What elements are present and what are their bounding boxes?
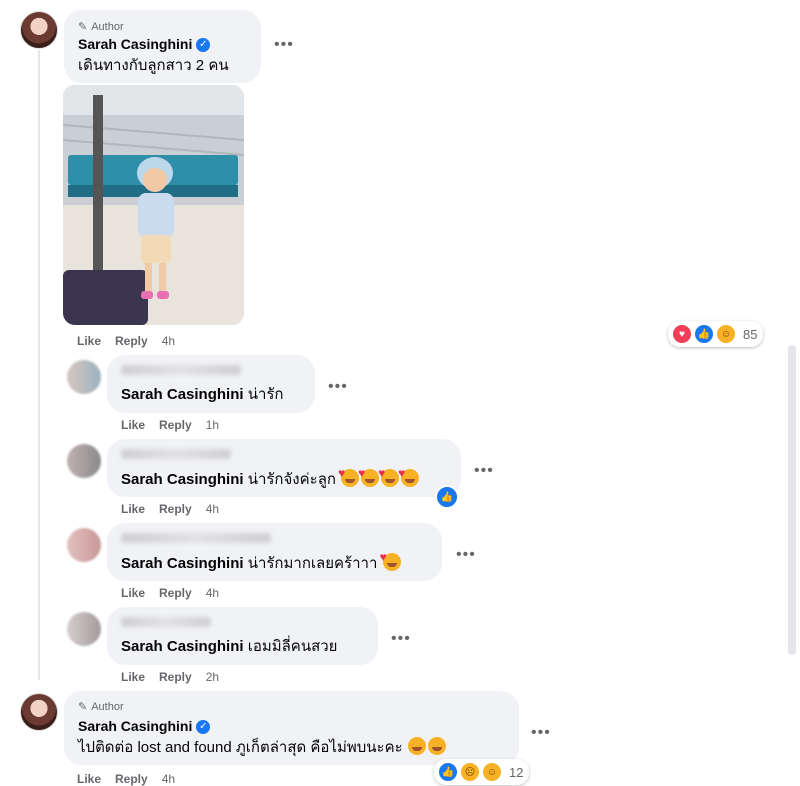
like-icon: 👍	[693, 323, 715, 345]
reply-text: Sarah Casinghini เอมมิลี่คนสวย	[121, 638, 338, 655]
avatar[interactable]	[67, 528, 101, 562]
like-button[interactable]: Like	[77, 772, 101, 786]
mention-tag[interactable]: Sarah Casinghini	[121, 471, 244, 488]
like-icon[interactable]: 👍	[435, 485, 459, 509]
more-options-button[interactable]: •••	[391, 630, 411, 648]
comment-text: ไปติดต่อ lost and found ภูเก็ตล่าสุด คือ…	[78, 737, 447, 758]
blurred-username	[121, 449, 231, 459]
reply-button[interactable]: Reply	[115, 772, 148, 786]
mention-tag[interactable]: Sarah Casinghini	[121, 555, 244, 572]
author-avatar[interactable]	[20, 693, 58, 731]
comment-actions: Like Reply 4h	[77, 334, 175, 348]
mention-tag[interactable]: Sarah Casinghini	[121, 386, 244, 403]
reply-actions: Like Reply 2h	[121, 670, 219, 684]
reaction-summary[interactable]: ♥ 👍 ☺ 85	[668, 321, 764, 347]
reply-bubble: Sarah Casinghini น่ารัก	[107, 355, 315, 413]
reply-text: Sarah Casinghini น่ารักมากเลยคร้าาา	[121, 547, 402, 574]
smiling-hearts-emoji-icon	[398, 463, 420, 487]
pleading-face-emoji-icon	[407, 737, 426, 755]
smiling-hearts-emoji-icon	[380, 547, 401, 571]
timestamp[interactable]: 4h	[206, 502, 219, 516]
avatar[interactable]	[67, 360, 101, 394]
verified-badge-icon: ✓	[196, 37, 211, 52]
reply-bubble: Sarah Casinghini น่ารักจังค่ะลูก	[107, 439, 461, 497]
reply-button[interactable]: Reply	[115, 334, 148, 348]
reply-actions: Like Reply 4h	[121, 502, 219, 516]
comment-author-name[interactable]: Sarah Casinghini	[78, 718, 192, 734]
reply-button[interactable]: Reply	[159, 670, 192, 684]
blurred-username	[121, 365, 241, 375]
photo-image	[63, 85, 244, 325]
like-button[interactable]: Like	[121, 670, 145, 684]
reaction-count: 85	[743, 326, 758, 342]
smiling-hearts-emoji-icon	[338, 463, 360, 487]
more-options-button[interactable]: •••	[531, 724, 551, 742]
reply-bubble: Sarah Casinghini น่ารักมากเลยคร้าาา	[107, 523, 442, 581]
scrollbar[interactable]	[788, 345, 796, 655]
like-button[interactable]: Like	[121, 418, 145, 432]
comment-actions: Like Reply 4h	[77, 772, 175, 786]
author-avatar[interactable]	[20, 11, 58, 49]
reply-actions: Like Reply 4h	[121, 586, 219, 600]
timestamp[interactable]: 1h	[206, 418, 219, 432]
smiling-hearts-emoji-icon	[378, 463, 400, 487]
care-icon: ☺	[715, 323, 737, 345]
timestamp[interactable]: 4h	[162, 772, 175, 786]
like-button[interactable]: Like	[77, 334, 101, 348]
timestamp[interactable]: 4h	[162, 334, 175, 348]
author-badge: ✎ Author	[78, 700, 124, 714]
like-button[interactable]: Like	[121, 586, 145, 600]
timestamp[interactable]: 2h	[206, 670, 219, 684]
pencil-icon: ✎	[78, 21, 88, 33]
sad-icon: ☹	[459, 761, 481, 783]
comment-text: เดินทางกับลูกสาว 2 คน	[78, 57, 229, 74]
author-badge: ✎ Author	[78, 20, 124, 34]
more-options-button[interactable]: •••	[274, 36, 294, 54]
reaction-summary[interactable]: 👍 ☹ ☺ 12	[434, 759, 530, 785]
comment-author-name[interactable]: Sarah Casinghini	[78, 36, 192, 52]
pleading-face-emoji-icon	[427, 737, 446, 755]
blurred-username	[121, 533, 271, 543]
like-button[interactable]: Like	[121, 502, 145, 516]
pencil-icon: ✎	[78, 701, 88, 713]
verified-badge-icon: ✓	[196, 719, 211, 734]
comment-bubble: ✎ Author Sarah Casinghini ✓ เดินทางกับลูก…	[64, 10, 261, 83]
timestamp[interactable]: 4h	[206, 586, 219, 600]
blurred-username	[121, 617, 211, 627]
reply-text: Sarah Casinghini น่ารัก	[121, 386, 284, 403]
more-options-button[interactable]: •••	[328, 378, 348, 396]
comment-photo[interactable]	[63, 85, 244, 325]
reaction-count: 12	[509, 764, 524, 780]
reply-bubble: Sarah Casinghini เอมมิลี่คนสวย	[107, 607, 378, 665]
smiling-hearts-emoji-icon	[358, 463, 380, 487]
reply-button[interactable]: Reply	[159, 586, 192, 600]
like-icon: 👍	[437, 761, 459, 783]
comment-bubble: ✎ Author Sarah Casinghini ✓ ไปติดต่อ lost…	[64, 691, 519, 765]
love-icon: ♥	[671, 323, 693, 345]
more-options-button[interactable]: •••	[456, 546, 476, 564]
avatar[interactable]	[67, 444, 101, 478]
thread-line	[38, 50, 40, 680]
avatar[interactable]	[67, 612, 101, 646]
reply-button[interactable]: Reply	[159, 502, 192, 516]
reply-button[interactable]: Reply	[159, 418, 192, 432]
care-icon: ☺	[481, 761, 503, 783]
mention-tag[interactable]: Sarah Casinghini	[121, 638, 244, 655]
reply-text: Sarah Casinghini น่ารักจังค่ะลูก	[121, 463, 420, 490]
reply-actions: Like Reply 1h	[121, 418, 219, 432]
more-options-button[interactable]: •••	[474, 462, 494, 480]
